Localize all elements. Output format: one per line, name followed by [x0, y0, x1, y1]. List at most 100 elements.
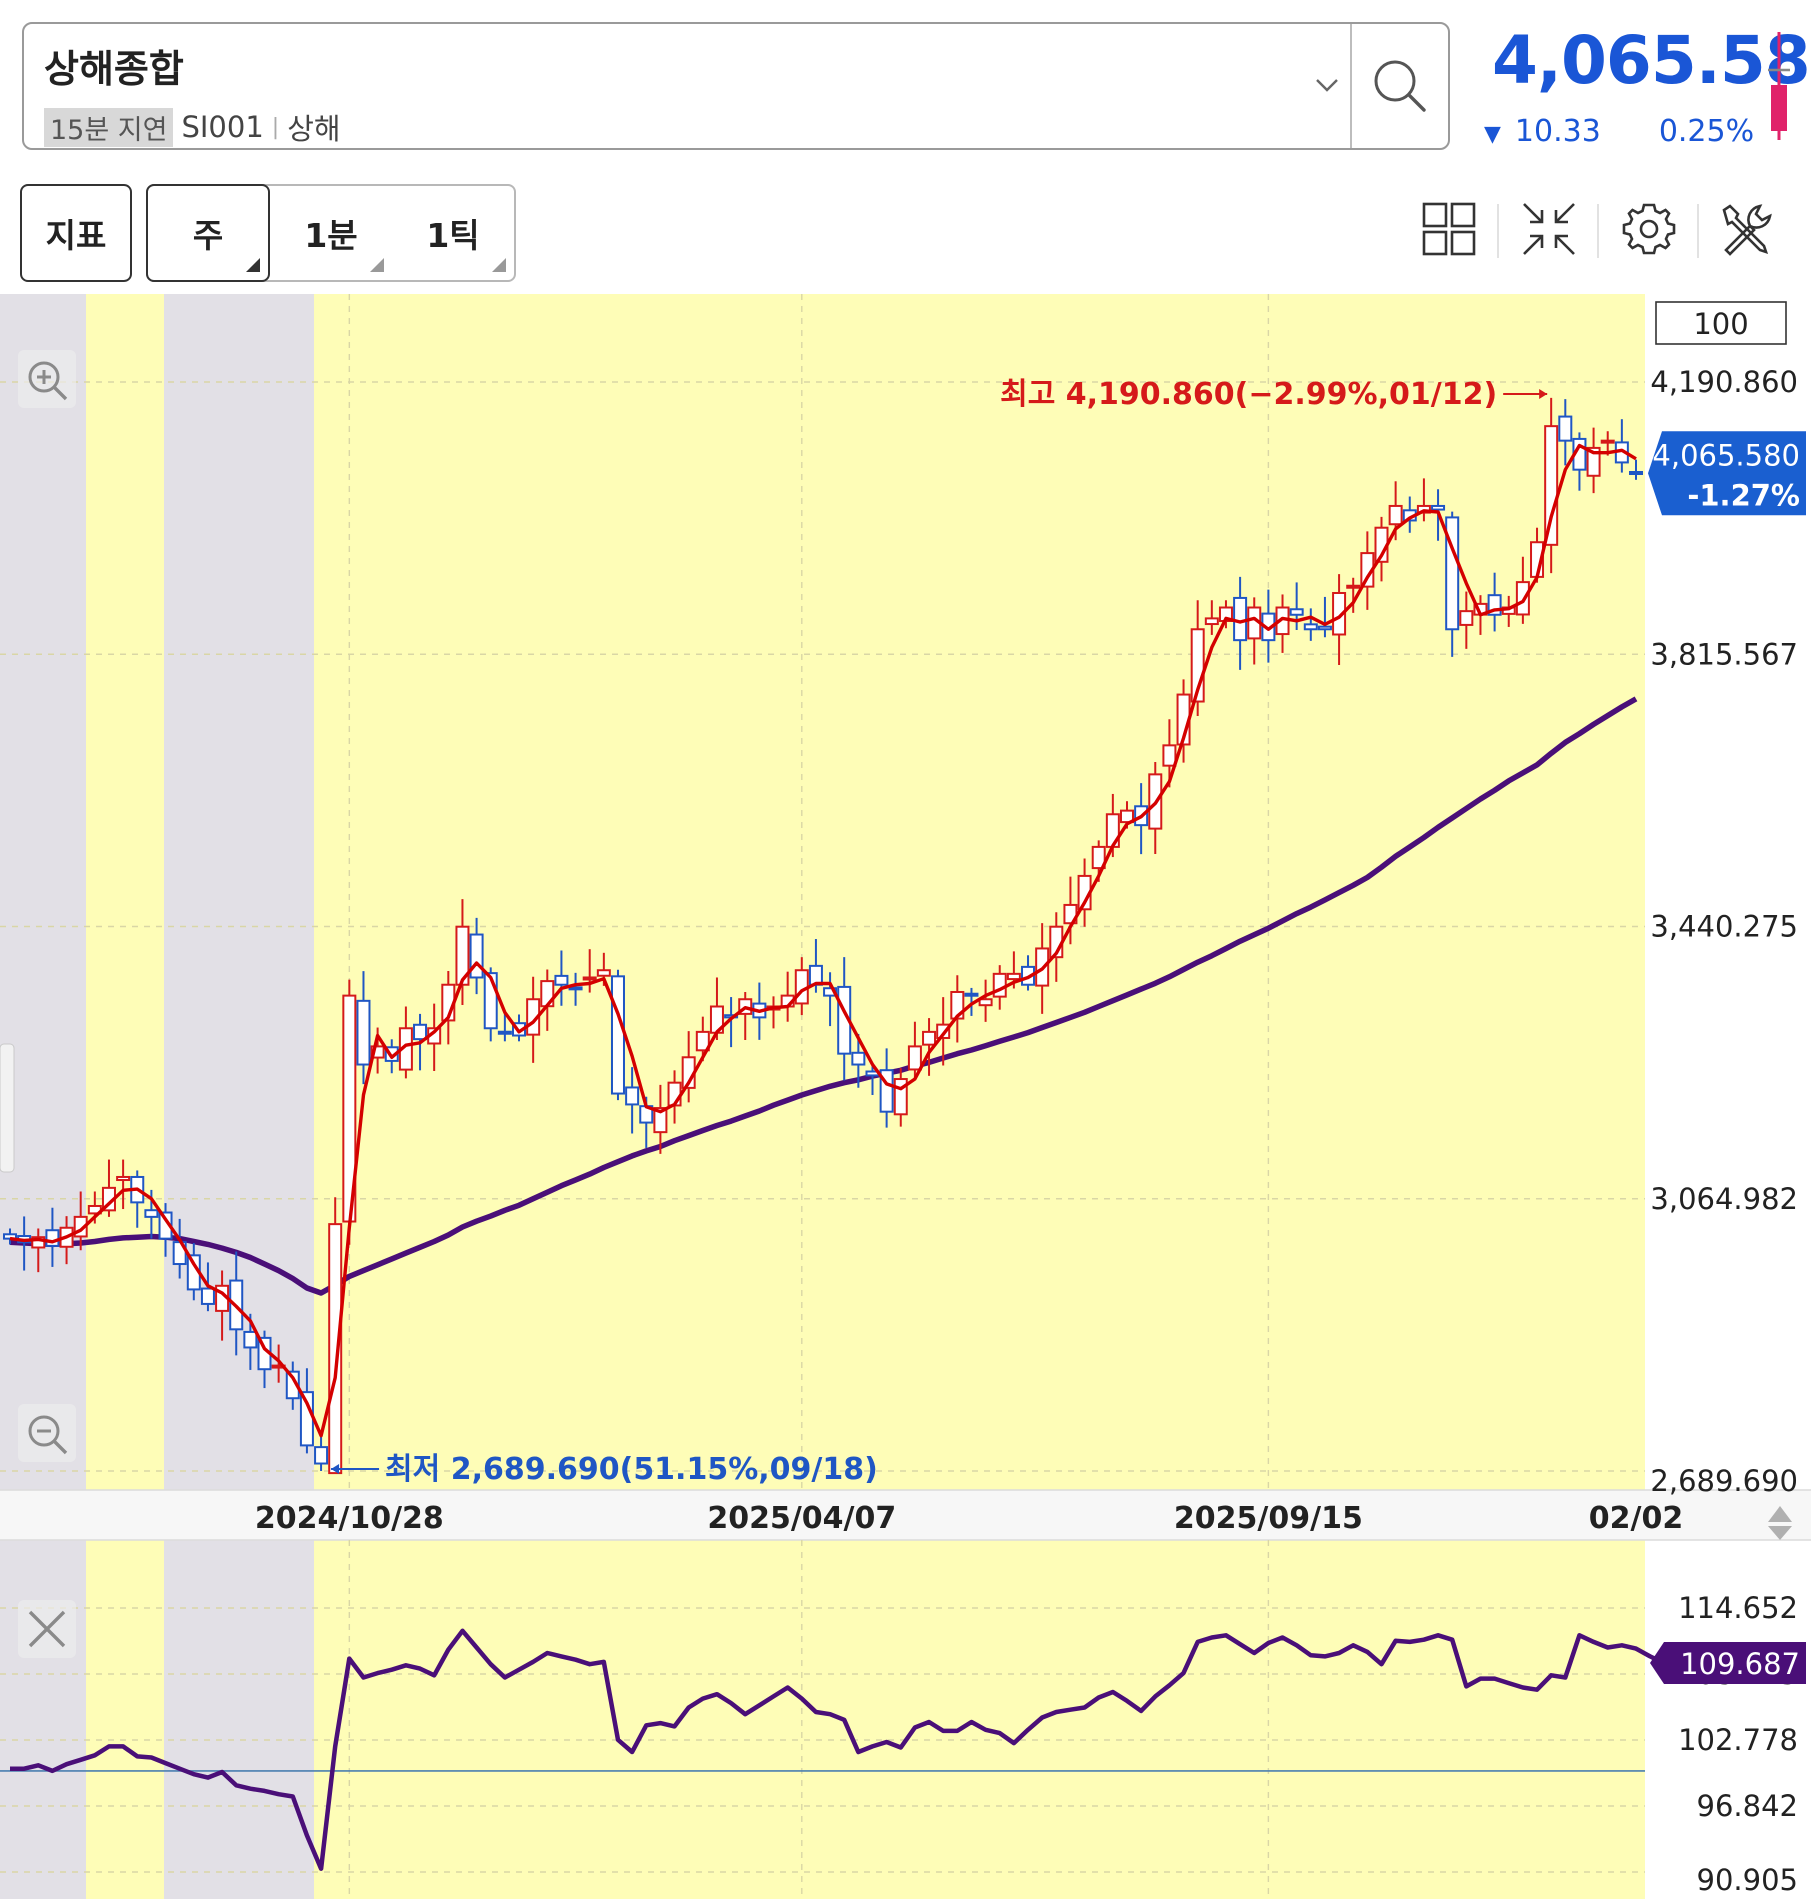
x-tick-label: 02/02	[1589, 1501, 1683, 1536]
candle-body	[1204, 617, 1219, 626]
candle-body	[907, 1045, 922, 1071]
candle-body	[1162, 744, 1177, 767]
candle-body	[497, 1030, 512, 1035]
period-week[interactable]: 주	[146, 184, 270, 282]
x-tick-label: 2025/09/15	[1174, 1501, 1363, 1536]
candle-body	[582, 976, 597, 981]
candle-body	[469, 933, 484, 979]
candle-body	[625, 1086, 640, 1106]
candle-icon	[1768, 32, 1790, 140]
chart-area: 100 4,190.860 3,815.567 3,440.275 3,064.982…	[0, 294, 1811, 1899]
period-1min[interactable]: 1분	[270, 186, 392, 280]
candle-body	[978, 998, 993, 1007]
session-shade	[0, 1540, 86, 1899]
candle-body	[1289, 608, 1304, 616]
candle-body	[1233, 596, 1248, 642]
search-button[interactable]	[1350, 24, 1448, 148]
symbol-search-box[interactable]: 상해종합 15분 지연 SI001 | 상해	[22, 22, 1450, 150]
collapse-icon[interactable]	[1520, 200, 1578, 258]
current-price: 4,065.58	[1492, 22, 1811, 99]
y-tick-label: 4,190.860	[1650, 365, 1798, 399]
y-tick-label: 3,064.982	[1650, 1182, 1798, 1216]
symbol-code: SI001	[181, 110, 264, 144]
osc-tick-label: 102.778	[1678, 1723, 1798, 1757]
osc-tick-label: 114.652	[1678, 1591, 1798, 1625]
delay-badge: 15분 지연	[44, 107, 174, 147]
period-1tick-label: 1틱	[426, 216, 480, 255]
tools-icon[interactable]	[1720, 200, 1778, 258]
high-annotation: 최고 4,190.860(−2.99%,01/12)	[1000, 377, 1497, 412]
candle-body	[1317, 625, 1332, 631]
osc-value-label: 109.687	[1680, 1647, 1800, 1681]
period-1tick-dropdown-icon	[492, 258, 506, 272]
side-panel-handle[interactable]	[0, 1043, 15, 1173]
y-tick-label: 3,440.275	[1650, 910, 1798, 944]
down-triangle-icon: ▼	[1484, 122, 1501, 147]
osc-tick-label: 96.842	[1697, 1789, 1798, 1823]
candle-body	[45, 1229, 60, 1247]
candle-body	[144, 1209, 159, 1218]
candle-body	[1558, 415, 1573, 442]
y-tick-label: 3,815.567	[1650, 637, 1798, 671]
period-week-dropdown-icon	[246, 258, 260, 272]
candle-body	[116, 1175, 131, 1182]
candle-body	[356, 999, 371, 1066]
candle-body	[610, 975, 625, 1095]
low-annotation: 최저 2,689.690(51.15%,09/18)	[385, 1452, 878, 1487]
period-1min-label: 1분	[304, 216, 358, 255]
market-name: 상해	[287, 112, 341, 146]
candle-body	[1431, 504, 1446, 511]
current-change-label: -1.27%	[1687, 478, 1800, 512]
candle-body	[851, 1051, 866, 1066]
session-shade	[0, 294, 86, 1490]
candle-body	[596, 969, 611, 977]
x-tick-label: 2024/10/28	[255, 1501, 444, 1536]
current-price-label: 4,065.580	[1652, 438, 1800, 472]
period-selector: 주 1분 1틱	[146, 184, 516, 282]
visible-bars-label: 100	[1693, 307, 1748, 341]
change-amount: ▼ 10.33	[1484, 114, 1601, 149]
candle-body	[1346, 584, 1361, 589]
candle-body	[1544, 425, 1559, 546]
candle-body	[1303, 623, 1318, 631]
chart-toolbar: 지표 주 1분 1틱	[0, 170, 1811, 294]
candle-body	[1388, 504, 1403, 526]
zoom-out-button[interactable]	[18, 1404, 76, 1462]
symbol-subtitle: 15분 지연 SI001 | 상해	[44, 106, 341, 148]
period-1min-dropdown-icon	[370, 258, 384, 272]
period-week-label: 주	[192, 216, 224, 255]
candle-body	[314, 1446, 329, 1465]
candle-body	[964, 992, 979, 997]
grid-layout-icon[interactable]	[1420, 200, 1478, 258]
zoom-in-button[interactable]	[18, 350, 76, 408]
candle-body	[413, 1023, 428, 1041]
toolbar-divider	[1497, 204, 1499, 258]
candle-body	[200, 1287, 215, 1305]
close-indicator-button[interactable]	[18, 1600, 76, 1658]
y-tick-label: 2,689.690	[1650, 1464, 1798, 1498]
toolbar-divider	[1597, 204, 1599, 258]
session-shade	[164, 1540, 314, 1899]
symbol-title: 상해종합	[44, 47, 184, 91]
candle-body	[1600, 439, 1615, 444]
candle-body	[922, 1030, 937, 1046]
candle-body	[1629, 470, 1643, 475]
candle-body	[1006, 972, 1021, 981]
candle-body	[568, 986, 583, 991]
price-change: ▼ 10.33 0.25%	[1484, 114, 1754, 149]
change-percent: 0.25%	[1658, 114, 1755, 149]
change-value: 10.33	[1514, 114, 1601, 149]
candle-body	[1459, 610, 1474, 626]
gear-icon[interactable]	[1620, 200, 1678, 258]
candle-body	[243, 1330, 258, 1349]
top-bar: 상해종합 15분 지연 SI001 | 상해 4,065.58 ▼ 10.33 0…	[0, 0, 1811, 170]
divider: |	[271, 114, 280, 140]
toolbar-divider	[1697, 204, 1699, 258]
candle-body	[554, 974, 569, 986]
chevron-down-icon[interactable]	[1314, 72, 1340, 98]
indicator-button[interactable]: 지표	[20, 184, 132, 282]
osc-tick-label: 90.905	[1697, 1863, 1798, 1897]
period-1tick[interactable]: 1틱	[392, 186, 514, 280]
x-tick-label: 2025/04/07	[707, 1501, 896, 1536]
search-icon	[1374, 60, 1426, 112]
